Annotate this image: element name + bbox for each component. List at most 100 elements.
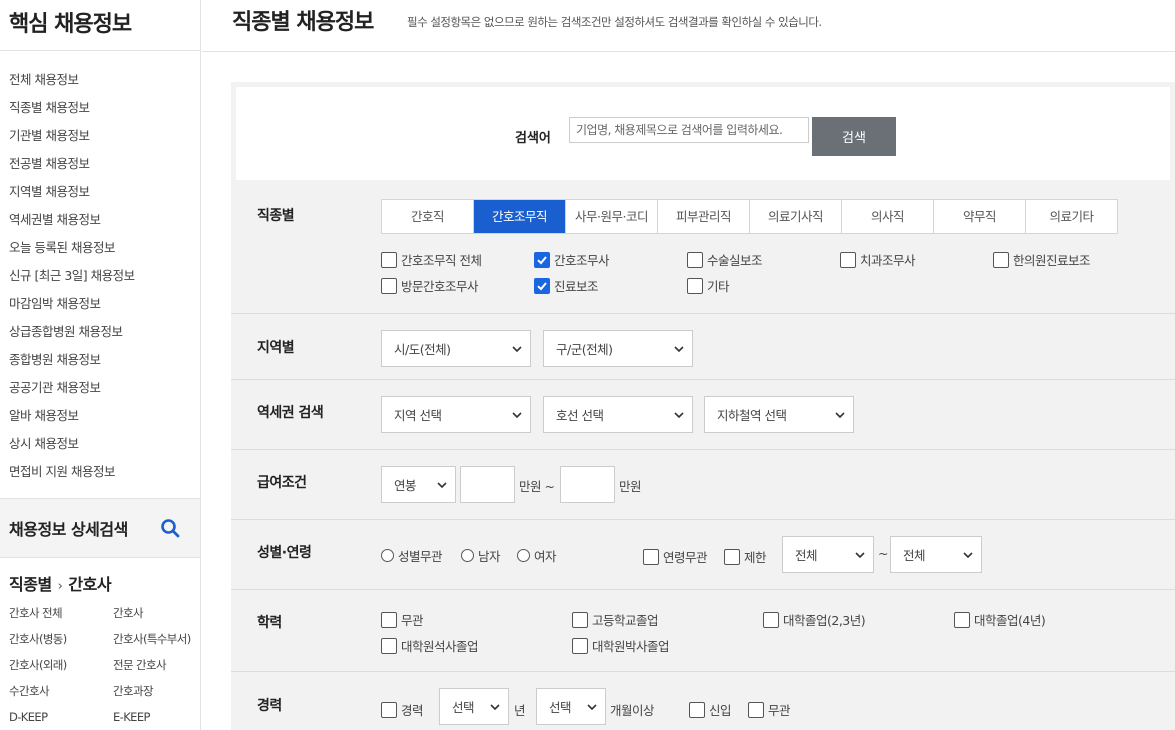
sub-item-nurse[interactable]: 간호사	[113, 600, 201, 626]
tab-nursing-assistant[interactable]: 간호조무직	[474, 200, 566, 233]
edu-option-highschool[interactable]: 고등학교졸업	[572, 610, 659, 629]
sido-select[interactable]: 시/도(전체)	[381, 330, 531, 367]
sub-item-nursing-manager[interactable]: 간호과장	[113, 678, 201, 704]
salary-type-select[interactable]: 연봉	[381, 466, 456, 503]
checkbox[interactable]	[993, 251, 1009, 268]
checkbox[interactable]	[381, 251, 397, 268]
salary-min-input[interactable]	[460, 466, 515, 503]
edu-option-university[interactable]: 대학졸업(4년)	[954, 610, 1046, 629]
checkbox[interactable]	[954, 611, 970, 628]
age-any-checkbox[interactable]: 연령무관	[643, 547, 708, 566]
age-to-select[interactable]: 전체	[890, 536, 982, 573]
sidebar-item-new[interactable]: 신규 [최근 3일] 채용정보	[0, 262, 200, 290]
tab-doctor[interactable]: 의사직	[842, 200, 934, 233]
edu-option-master[interactable]: 대학원석사졸업	[381, 636, 479, 655]
sidebar-item-by-major[interactable]: 전공별 채용정보	[0, 150, 200, 178]
tab-pharmacy[interactable]: 약무직	[934, 200, 1026, 233]
career-checkbox[interactable]: 경력	[381, 700, 424, 719]
sub-item-d-keep[interactable]: D-KEEP	[9, 704, 113, 730]
tab-medical-etc[interactable]: 의료기타	[1026, 200, 1117, 233]
job-option-oriental[interactable]: 한의원진료보조	[993, 250, 1091, 269]
checkbox[interactable]	[643, 548, 659, 565]
job-option-surgery[interactable]: 수술실보조	[687, 250, 763, 269]
checkbox[interactable]	[381, 637, 397, 654]
checkbox-checked[interactable]	[534, 277, 550, 294]
checkbox-checked[interactable]	[534, 251, 550, 268]
age-limit-checkbox[interactable]: 제한	[724, 547, 767, 566]
radio-button[interactable]	[517, 549, 530, 562]
tab-medical-tech[interactable]: 의료기사직	[750, 200, 842, 233]
age-from-value: 전체	[795, 548, 818, 563]
checkbox[interactable]	[381, 611, 397, 628]
sidebar-item-today[interactable]: 오늘 등록된 채용정보	[0, 234, 200, 262]
edu-option-label: 대학졸업(2,3년)	[783, 613, 866, 628]
checkbox[interactable]	[748, 701, 764, 718]
sidebar-item-by-station[interactable]: 역세권별 채용정보	[0, 206, 200, 234]
checkbox[interactable]	[689, 701, 705, 718]
station-area-select[interactable]: 지역 선택	[381, 396, 531, 433]
newcomer-checkbox[interactable]: 신입	[689, 700, 732, 719]
search-icon[interactable]	[160, 518, 180, 538]
detail-search-bar[interactable]: 채용정보 상세검색	[0, 498, 200, 558]
career-years-select[interactable]: 선택	[439, 688, 509, 725]
sidebar-item-public[interactable]: 공공기관 채용정보	[0, 374, 200, 402]
sidebar-item-tertiary-hospital[interactable]: 상급종합병원 채용정보	[0, 318, 200, 346]
radio-button[interactable]	[381, 549, 394, 562]
radio-female[interactable]: 여자	[517, 546, 557, 565]
gugun-select[interactable]: 구/군(전체)	[543, 330, 693, 367]
keyword-input[interactable]	[569, 117, 809, 143]
sidebar-item-by-job[interactable]: 직종별 채용정보	[0, 94, 200, 122]
sidebar-item-all[interactable]: 전체 채용정보	[0, 66, 200, 94]
subway-line-select[interactable]: 호선 선택	[543, 396, 693, 433]
sidebar-item-parttime[interactable]: 알바 채용정보	[0, 402, 200, 430]
job-option-clinic-assist[interactable]: 진료보조	[534, 276, 599, 295]
chevron-down-icon	[674, 345, 684, 352]
sub-item-nurse-outpatient[interactable]: 간호사(외래)	[9, 652, 113, 678]
career-years-unit: 년	[514, 703, 526, 718]
sidebar-item-interview-fee[interactable]: 면접비 지원 채용정보	[0, 458, 200, 486]
sub-item-e-keep[interactable]: E-KEEP	[113, 704, 201, 730]
checkbox[interactable]	[381, 701, 397, 718]
radio-male[interactable]: 남자	[461, 546, 501, 565]
career-any-checkbox[interactable]: 무관	[748, 700, 791, 719]
checkbox[interactable]	[840, 251, 856, 268]
checkbox[interactable]	[763, 611, 779, 628]
subway-station-select[interactable]: 지하철역 선택	[704, 396, 854, 433]
newcomer-label: 신입	[709, 703, 732, 718]
sidebar-item-closing[interactable]: 마감임박 채용정보	[0, 290, 200, 318]
checkbox[interactable]	[381, 277, 397, 294]
edu-option-college[interactable]: 대학졸업(2,3년)	[763, 610, 866, 629]
job-option-all[interactable]: 간호조무직 전체	[381, 250, 482, 269]
job-option-visiting[interactable]: 방문간호조무사	[381, 276, 479, 295]
checkbox[interactable]	[687, 251, 703, 268]
job-option-assistant[interactable]: 간호조무사	[534, 250, 610, 269]
tab-skincare[interactable]: 피부관리직	[658, 200, 750, 233]
breadcrumb: 직종별 › 간호사	[9, 571, 112, 595]
checkbox[interactable]	[724, 548, 740, 565]
job-option-dental[interactable]: 치과조무사	[840, 250, 916, 269]
sidebar-item-by-region[interactable]: 지역별 채용정보	[0, 178, 200, 206]
checkbox[interactable]	[572, 611, 588, 628]
checkbox[interactable]	[572, 637, 588, 654]
tab-office[interactable]: 사무·원무·코디	[566, 200, 658, 233]
edu-option-doctor[interactable]: 대학원박사졸업	[572, 636, 670, 655]
sub-item-head-nurse[interactable]: 수간호사	[9, 678, 113, 704]
job-option-etc[interactable]: 기타	[687, 276, 730, 295]
sub-item-specialist-nurse[interactable]: 전문 간호사	[113, 652, 201, 678]
education-row: 학력 무관 고등학교졸업 대학졸업(2,3년) 대학졸업(4년) 대학원석사졸업…	[231, 590, 1175, 672]
edu-option-any[interactable]: 무관	[381, 610, 424, 629]
sub-item-nurse-special[interactable]: 간호사(특수부서)	[113, 626, 201, 652]
radio-button[interactable]	[461, 549, 474, 562]
sidebar-item-always[interactable]: 상시 채용정보	[0, 430, 200, 458]
salary-max-input[interactable]	[560, 466, 615, 503]
checkbox[interactable]	[687, 277, 703, 294]
sidebar-item-by-org[interactable]: 기관별 채용정보	[0, 122, 200, 150]
tab-nursing[interactable]: 간호직	[382, 200, 474, 233]
sidebar-item-general-hospital[interactable]: 종합병원 채용정보	[0, 346, 200, 374]
career-months-select[interactable]: 선택	[536, 688, 606, 725]
radio-gender-any[interactable]: 성별무관	[381, 546, 443, 565]
age-from-select[interactable]: 전체	[782, 536, 874, 573]
sub-item-nurse-all[interactable]: 간호사 전체	[9, 600, 113, 626]
sub-item-nurse-ward[interactable]: 간호사(병동)	[9, 626, 113, 652]
search-button[interactable]: 검색	[812, 117, 896, 156]
